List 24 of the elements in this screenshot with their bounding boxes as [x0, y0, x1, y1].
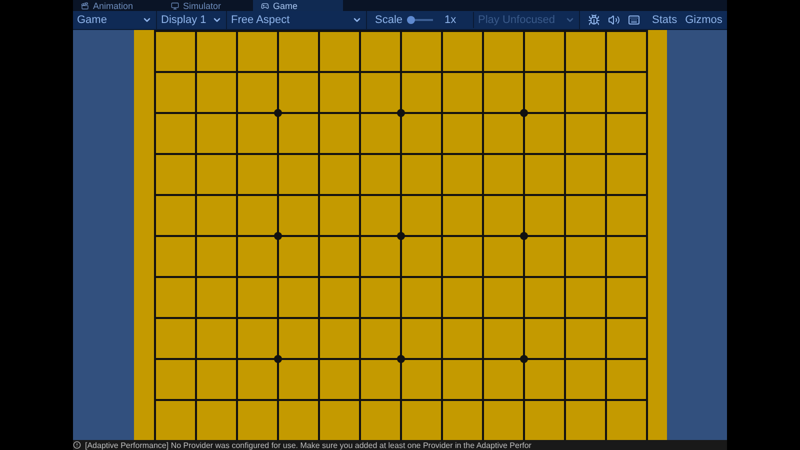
editor-tab[interactable]: Simulator	[163, 0, 253, 11]
scale-slider[interactable]	[406, 15, 433, 25]
editor-tab[interactable]: Animation	[73, 0, 163, 11]
caret-icon	[565, 15, 575, 25]
clapperboard-icon	[81, 2, 89, 10]
slider-thumb[interactable]	[406, 16, 415, 24]
keyboard-icon[interactable]	[628, 14, 640, 26]
caret-icon	[352, 15, 362, 25]
warning-icon	[73, 441, 81, 449]
scale-value: 1x	[444, 12, 456, 28]
caret-icon	[142, 15, 152, 25]
scale-label: Scale	[375, 12, 403, 28]
editor-tab[interactable]: Game	[253, 0, 343, 11]
monitor-icon	[171, 2, 179, 10]
display-dropdown[interactable]: Display 1	[157, 11, 227, 29]
status-message: [Adaptive Performance] No Provider was configured for use. Make sure you added at least one Provider in the Adaptive Perfor	[85, 440, 532, 450]
speaker-icon[interactable]	[608, 14, 620, 26]
caret-icon	[212, 15, 222, 25]
aspect-dropdown[interactable]: Free Aspect	[227, 11, 367, 29]
gizmos-button[interactable]: Gizmos	[681, 12, 726, 28]
bug-icon[interactable]	[588, 14, 600, 26]
view-dropdown[interactable]: Game	[73, 11, 157, 29]
stats-button[interactable]: Stats	[648, 12, 682, 28]
gamepad-icon	[261, 2, 269, 10]
